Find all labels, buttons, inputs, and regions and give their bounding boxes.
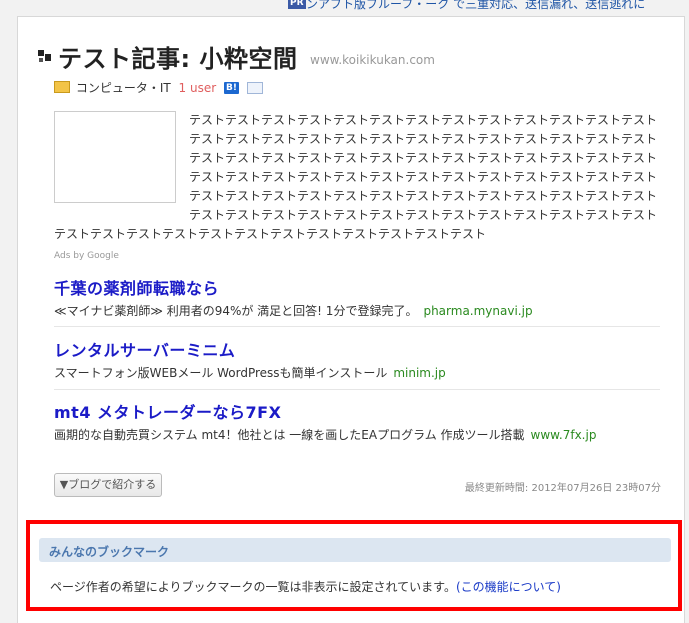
ad-title[interactable]: レンタルサーバーミニム — [54, 337, 660, 361]
ad-title[interactable]: mt4 メタトレーダーなら7FX — [54, 399, 660, 423]
share-to-blog-button[interactable]: ▼ブログで紹介する — [54, 473, 162, 497]
folder-icon — [54, 80, 70, 93]
ad-divider — [54, 389, 660, 390]
page-title[interactable]: テスト記事: 小粋空間 — [58, 39, 297, 74]
ad-url[interactable]: minim.jp — [393, 366, 445, 380]
ad-item[interactable]: 千葉の薬剤師転職なら ≪マイナビ薬剤師≫ 利用者の94%が 満足と回答! 1分で… — [54, 275, 660, 319]
bookmarks-header: みんなのブックマーク — [39, 538, 671, 562]
entry-meta: コンピュータ・IT 1 user B! — [54, 79, 263, 95]
page-description: テストテストテストテストテストテストテストテストテストテストテストテストテストテ… — [54, 113, 658, 241]
ad-url[interactable]: pharma.mynavi.jp — [423, 304, 532, 318]
site-favicon-icon — [38, 50, 51, 62]
top-promo-bar[interactable]: PR ンアブト版ブルーフ・ーク で三重対応、送信漏れ、送信逃れに — [0, 0, 689, 14]
entry-card: テスト記事: 小粋空間 www.koikikukan.com コンピュータ・IT… — [17, 16, 685, 623]
bookmarks-section: みんなのブックマーク ページ作者の希望によりブックマークの一覧は非表示に設定され… — [26, 520, 682, 611]
feature-info-link[interactable]: (この機能について) — [456, 580, 561, 594]
ad-text: スマートフォン版WEBメール WordPressも簡単インストール — [54, 366, 388, 380]
ad-text: 画期的な自動売買システム mt4！他社とは 一線を画したEAプログラム 作成ツー… — [54, 428, 525, 442]
user-count-link[interactable]: 1 user — [179, 81, 217, 95]
bookmark-add-icon[interactable]: B! — [223, 81, 239, 94]
last-updated: 最終更新時間: 2012年07月26日 23時07分 — [464, 483, 661, 494]
pr-badge: PR — [288, 0, 306, 9]
bookmarks-hidden-notice: ページ作者の希望によりブックマークの一覧は非表示に設定されています。 — [50, 580, 456, 594]
page-domain[interactable]: www.koikikukan.com — [310, 53, 435, 67]
ads-label[interactable]: Ads by Google — [54, 251, 119, 261]
ad-text: ≪マイナビ薬剤師≫ 利用者の94%が 満足と回答! 1分で登録完了。 — [54, 304, 418, 318]
ad-url[interactable]: www.7fx.jp — [531, 428, 597, 442]
ad-body: スマートフォン版WEBメール WordPressも簡単インストール minim.j… — [54, 364, 660, 381]
ad-item[interactable]: mt4 メタトレーダーなら7FX 画期的な自動売買システム mt4！他社とは 一… — [54, 399, 660, 443]
category-link[interactable]: コンピュータ・IT — [76, 81, 171, 95]
entry-info-icon[interactable] — [246, 81, 263, 94]
promo-text[interactable]: ンアブト版ブルーフ・ーク で三重対応、送信漏れ、送信逃れに — [306, 0, 645, 12]
ad-body: 画期的な自動売買システム mt4！他社とは 一線を画したEAプログラム 作成ツー… — [54, 426, 660, 443]
bookmarks-message: ページ作者の希望によりブックマークの一覧は非表示に設定されています。(この機能に… — [50, 578, 561, 595]
bookmarks-title: みんなのブックマーク — [49, 545, 170, 559]
ad-title[interactable]: 千葉の薬剤師転職なら — [54, 275, 660, 299]
ad-item[interactable]: レンタルサーバーミニム スマートフォン版WEBメール WordPressも簡単イ… — [54, 337, 660, 381]
ad-body: ≪マイナビ薬剤師≫ 利用者の94%が 満足と回答! 1分で登録完了。 pharma… — [54, 302, 660, 319]
ad-divider — [54, 326, 660, 327]
